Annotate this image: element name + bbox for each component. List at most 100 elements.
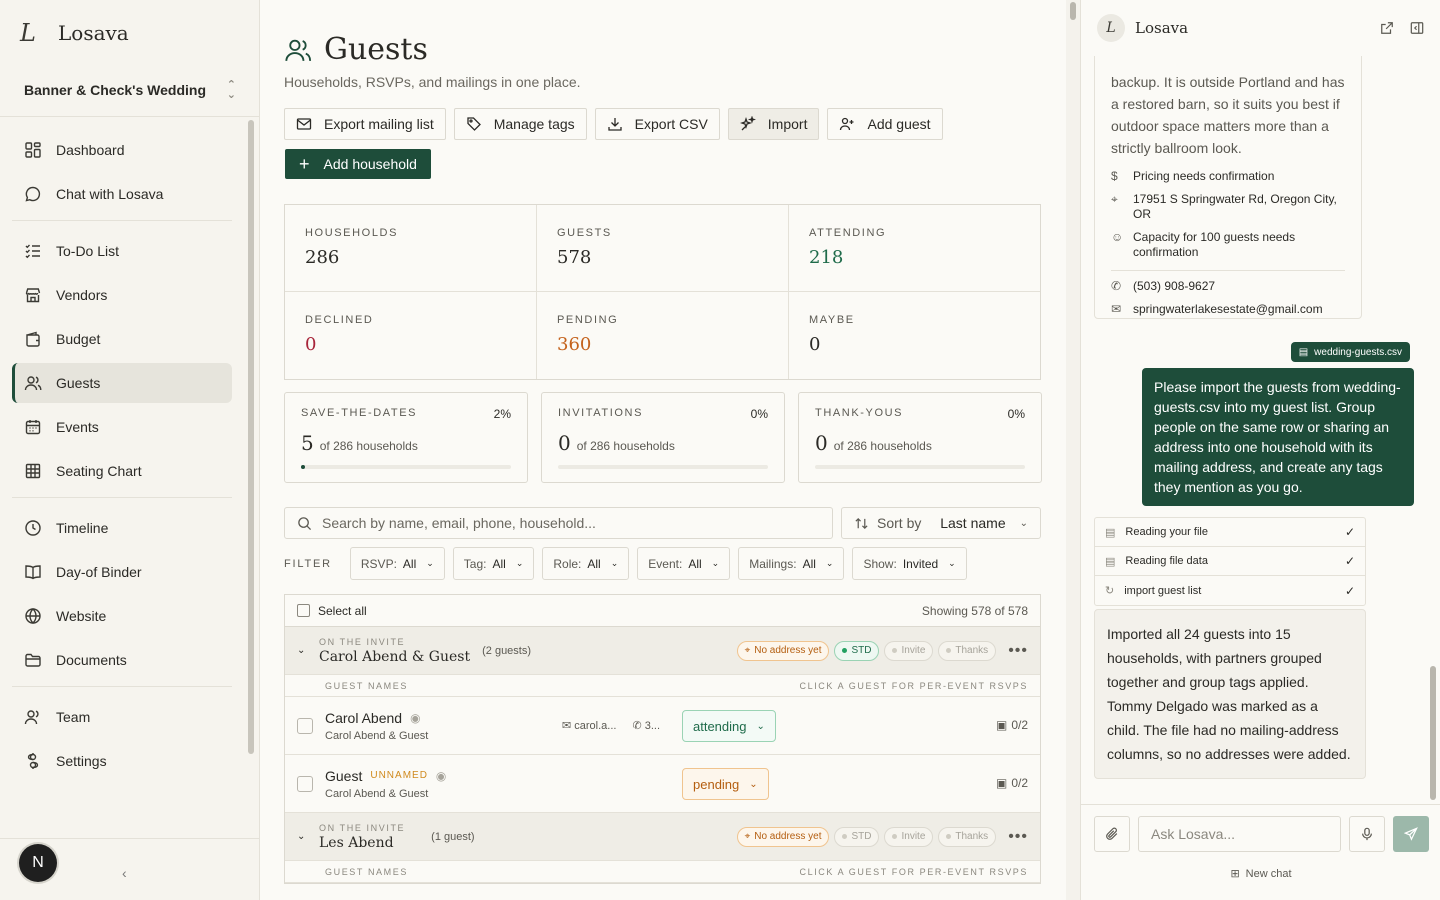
filter-tag[interactable]: Tag: All ⌄ bbox=[452, 547, 535, 580]
vendor-address: ⌖ 17951 S Springwater Rd, Oregon City, OR bbox=[1111, 192, 1345, 222]
sidebar-item-events[interactable]: Events bbox=[12, 407, 232, 447]
stat-value: 286 bbox=[305, 247, 340, 268]
external-link-icon[interactable] bbox=[1380, 21, 1394, 35]
filter-rsvp[interactable]: RSVP: All ⌄ bbox=[349, 547, 445, 580]
mail-icon bbox=[296, 118, 312, 130]
filter-event[interactable]: Event: All ⌄ bbox=[637, 547, 731, 580]
chat-input[interactable]: Ask Losava... bbox=[1138, 816, 1341, 852]
sidebar-scrollbar[interactable] bbox=[246, 118, 256, 838]
sort-select[interactable]: Sort by Last name ⌄ bbox=[841, 507, 1041, 539]
avatar[interactable]: N bbox=[19, 844, 57, 882]
sidebar-item-todo[interactable]: To-Do List bbox=[12, 231, 232, 271]
vendor-email-text: springwaterlakesestate@gmail.com bbox=[1133, 302, 1323, 316]
search-input[interactable]: Search by name, email, phone, household.… bbox=[284, 507, 833, 539]
household-guest-count: (2 guests) bbox=[482, 644, 532, 657]
guest-checkbox[interactable] bbox=[297, 775, 313, 792]
sidebar-item-team[interactable]: Team bbox=[12, 697, 232, 737]
new-chat-button[interactable]: ⊞ New chat bbox=[1081, 867, 1440, 881]
guest-row[interactable]: Carol Abend ◉ Carol Abend & Guest ✉ carol… bbox=[285, 697, 1040, 755]
add-household-button[interactable]: + Add household bbox=[285, 149, 431, 179]
chevron-down-icon[interactable]: ⌄ bbox=[297, 645, 319, 656]
filter-mailings[interactable]: Mailings: All ⌄ bbox=[738, 547, 845, 580]
settings-icon bbox=[27, 753, 39, 769]
sidebar-item-binder[interactable]: Day-of Binder bbox=[12, 552, 232, 592]
panel-collapse-icon[interactable] bbox=[1410, 21, 1424, 35]
attach-button[interactable] bbox=[1094, 816, 1130, 852]
event-count[interactable]: ▣ 0/2 bbox=[996, 718, 1028, 732]
address-badge[interactable]: ⌖ No address yet bbox=[736, 640, 830, 661]
export-csv-button[interactable]: Export CSV bbox=[594, 108, 720, 140]
more-options-icon[interactable]: ••• bbox=[1008, 828, 1028, 846]
vendor-email[interactable]: ✉ springwaterlakesestate@gmail.com bbox=[1111, 302, 1345, 317]
more-options-icon[interactable]: ••• bbox=[1008, 642, 1028, 660]
rsvp-select[interactable]: pending ⌄ bbox=[682, 768, 769, 800]
microphone-button[interactable] bbox=[1349, 816, 1385, 852]
household-name: Les Abend bbox=[319, 834, 394, 851]
step-item[interactable]: ▤ Reading your file ✓ bbox=[1095, 518, 1365, 547]
add-guest-button[interactable]: Add guest bbox=[827, 108, 943, 140]
step-item[interactable]: ↻ import guest list ✓ bbox=[1095, 576, 1365, 605]
thanks-badge[interactable]: Thanks bbox=[938, 826, 997, 847]
household-row[interactable]: ⌄ ON THE INVITE Carol Abend & Guest (2 g… bbox=[285, 627, 1040, 675]
invite-badge[interactable]: Invite bbox=[884, 640, 934, 661]
chat-scrollbar[interactable] bbox=[1427, 56, 1439, 802]
guest-name: Carol Abend bbox=[325, 709, 403, 726]
export-mailing-list-button[interactable]: Export mailing list bbox=[284, 108, 446, 140]
guest-row[interactable]: Guest UNNAMED ◉ Carol Abend & Guest pendin… bbox=[285, 755, 1040, 813]
sidebar-item-seating[interactable]: Seating Chart bbox=[12, 451, 232, 491]
sidebar-item-vendors[interactable]: Vendors bbox=[12, 275, 232, 315]
event-count[interactable]: ▣ 0/2 bbox=[996, 776, 1028, 790]
select-all-label[interactable]: Select all bbox=[318, 604, 367, 618]
std-badge[interactable]: STD bbox=[834, 826, 880, 847]
filter-show[interactable]: Show: Invited ⌄ bbox=[852, 547, 967, 580]
sidebar-item-label: Timeline bbox=[56, 520, 109, 536]
step-label: Reading your file bbox=[1125, 526, 1208, 538]
main-scrollbar[interactable] bbox=[1066, 0, 1080, 900]
scrollbar-thumb[interactable] bbox=[1070, 2, 1076, 20]
sidebar-item-chat[interactable]: Chat with Losava bbox=[12, 174, 232, 214]
guest-checkbox[interactable] bbox=[297, 717, 313, 734]
sidebar-item-guests[interactable]: Guests bbox=[12, 363, 232, 403]
scrollbar-thumb[interactable] bbox=[248, 120, 254, 754]
thanks-badge[interactable]: Thanks bbox=[938, 640, 997, 661]
import-button[interactable]: Import bbox=[727, 108, 820, 140]
send-button[interactable] bbox=[1393, 816, 1429, 852]
email-contact[interactable]: ✉ carol.a... bbox=[562, 719, 616, 732]
std-badge[interactable]: STD bbox=[834, 640, 880, 661]
step-item[interactable]: ▤ Reading file data ✓ bbox=[1095, 547, 1365, 576]
chevron-down-icon[interactable]: ⌄ bbox=[297, 831, 319, 842]
file-attachment-chip[interactable]: ▤ wedding-guests.csv bbox=[1290, 342, 1410, 362]
brand[interactable]: L Losava bbox=[20, 18, 129, 48]
nav-divider bbox=[12, 686, 232, 687]
sidebar-item-timeline[interactable]: Timeline bbox=[12, 508, 232, 548]
eye-icon[interactable]: ◉ bbox=[436, 769, 446, 783]
mailing-card-invitations[interactable]: INVITATIONS 0% 0 of 286 households bbox=[541, 392, 785, 483]
sidebar-item-settings[interactable]: Settings bbox=[12, 741, 232, 781]
scrollbar-thumb[interactable] bbox=[1430, 666, 1436, 800]
mailing-card-save-the-dates[interactable]: SAVE-THE-DATES 2% 5 of 286 households bbox=[284, 392, 528, 483]
filter-label: FILTER bbox=[284, 557, 332, 570]
guest-names-header: GUEST NAMES CLICK A GUEST FOR PER-EVENT … bbox=[285, 861, 1040, 883]
address-badge[interactable]: ⌖ No address yet bbox=[736, 826, 830, 847]
vendor-phone[interactable]: ✆ (503) 908-9627 bbox=[1111, 279, 1345, 294]
eye-icon[interactable]: ◉ bbox=[410, 711, 420, 725]
rsvp-select[interactable]: attending ⌄ bbox=[682, 710, 776, 742]
collapse-sidebar-icon[interactable]: ‹ bbox=[122, 865, 127, 881]
manage-tags-button[interactable]: Manage tags bbox=[453, 108, 587, 140]
sidebar-item-website[interactable]: Website bbox=[12, 596, 232, 636]
phone-contact[interactable]: ✆ 3... bbox=[632, 719, 660, 732]
sidebar-item-budget[interactable]: Budget bbox=[12, 319, 232, 359]
wedding-name: Banner & Check's Wedding bbox=[24, 82, 206, 98]
select-all-checkbox[interactable] bbox=[297, 604, 310, 617]
wedding-selector[interactable]: Banner & Check's Wedding ⌃ ⌄ bbox=[12, 70, 248, 110]
household-row[interactable]: ⌄ ON THE INVITE Les Abend (1 guest) ⌖ No … bbox=[285, 813, 1040, 861]
sidebar-item-documents[interactable]: Documents bbox=[12, 640, 232, 680]
stat-value: 0 bbox=[809, 334, 821, 355]
filter-role[interactable]: Role: All ⌄ bbox=[542, 547, 630, 580]
users-icon: ☺ bbox=[1111, 230, 1124, 244]
chat-title: Losava bbox=[1135, 19, 1189, 37]
mailing-card-thank-yous[interactable]: THANK-YOUS 0% 0 of 286 households bbox=[798, 392, 1042, 483]
sidebar-item-dashboard[interactable]: Dashboard bbox=[12, 130, 232, 170]
invite-badge[interactable]: Invite bbox=[884, 826, 934, 847]
phone-icon: ✆ bbox=[1111, 279, 1122, 293]
